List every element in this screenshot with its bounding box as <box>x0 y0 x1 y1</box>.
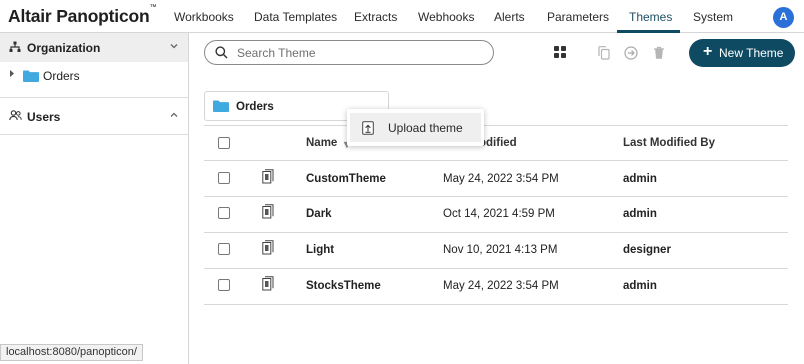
tab-data-templates[interactable]: Data Templates <box>254 10 337 24</box>
tab-workbooks[interactable]: Workbooks <box>174 10 234 24</box>
theme-modified-by: admin <box>623 173 657 185</box>
theme-modified-by: designer <box>623 244 671 256</box>
folder-icon <box>213 100 229 115</box>
current-folder-label: Orders <box>236 101 274 113</box>
sidebar-organization-header[interactable]: Organization <box>0 33 188 62</box>
caret-right-icon[interactable] <box>9 69 15 80</box>
column-header-last-modified-by[interactable]: Last Modified By <box>623 137 715 149</box>
row-checkbox[interactable] <box>218 172 230 184</box>
theme-modified: May 24, 2022 3:54 PM <box>443 280 559 292</box>
sidebar-users-header[interactable]: Users <box>0 97 188 135</box>
theme-name[interactable]: Light <box>306 244 334 256</box>
upload-theme-label: Upload theme <box>388 121 463 135</box>
active-tab-indicator <box>617 30 680 33</box>
table-divider <box>204 196 788 197</box>
users-icon <box>9 110 22 124</box>
column-header-name[interactable]: Name <box>306 137 337 149</box>
theme-file-icon <box>262 240 274 258</box>
theme-modified-by: admin <box>623 208 657 220</box>
plus-icon: + <box>703 43 713 60</box>
search-input[interactable]: Search Theme <box>204 40 494 65</box>
column-header-last-modified[interactable]: odified <box>479 137 517 149</box>
trash-icon[interactable] <box>653 46 665 63</box>
theme-modified-by: admin <box>623 280 657 292</box>
status-bar-url: localhost:8080/panopticon/ <box>0 344 143 361</box>
upload-menu: Upload theme <box>347 109 484 146</box>
tab-themes[interactable]: Themes <box>629 10 672 24</box>
copy-icon[interactable] <box>598 46 610 63</box>
sidebar-item-label: Orders <box>43 69 80 83</box>
app-logo[interactable]: Altair Panopticon™ <box>8 4 156 27</box>
sidebar-organization-label: Organization <box>27 41 101 55</box>
tab-alerts[interactable]: Alerts <box>494 10 525 24</box>
theme-modified: Oct 14, 2021 4:59 PM <box>443 208 555 220</box>
table-divider <box>204 125 788 126</box>
theme-file-icon <box>262 169 274 187</box>
new-theme-label: New Theme <box>719 46 784 60</box>
theme-modified: Nov 10, 2021 4:13 PM <box>443 244 558 256</box>
row-checkbox[interactable] <box>218 207 230 219</box>
chevron-up-icon[interactable] <box>169 109 179 123</box>
table-divider <box>204 268 788 269</box>
search-placeholder: Search Theme <box>237 46 316 60</box>
folder-icon <box>23 70 39 85</box>
theme-name[interactable]: CustomTheme <box>306 173 386 185</box>
new-theme-button[interactable]: + New Theme <box>689 39 795 67</box>
upload-icon <box>362 121 374 138</box>
theme-name[interactable]: Dark <box>306 208 332 220</box>
user-avatar[interactable]: A <box>773 7 794 28</box>
table-divider <box>204 304 788 305</box>
sidebar-users-label: Users <box>27 110 61 124</box>
tab-extracts[interactable]: Extracts <box>354 10 397 24</box>
table-divider <box>204 160 788 161</box>
theme-name[interactable]: StocksTheme <box>306 280 381 292</box>
table-divider <box>204 232 788 233</box>
top-nav-bar: Altair Panopticon™ Workbooks Data Templa… <box>0 0 804 33</box>
theme-modified: May 24, 2022 3:54 PM <box>443 173 559 185</box>
row-checkbox[interactable] <box>218 243 230 255</box>
sidebar-item-orders[interactable]: Orders <box>0 66 188 86</box>
tab-system[interactable]: System <box>693 10 733 24</box>
tab-parameters[interactable]: Parameters <box>547 10 609 24</box>
row-checkbox[interactable] <box>218 279 230 291</box>
sidebar: Organization Orders Users <box>0 33 189 364</box>
grid-view-icon[interactable] <box>554 46 566 61</box>
theme-file-icon <box>262 276 274 294</box>
select-all-checkbox[interactable] <box>218 137 230 149</box>
chevron-down-icon[interactable] <box>169 40 179 54</box>
tab-webhooks[interactable]: Webhooks <box>418 10 474 24</box>
upload-theme-menu-item[interactable]: Upload theme <box>350 113 481 142</box>
search-icon <box>215 46 228 62</box>
org-hierarchy-icon <box>9 41 21 56</box>
theme-file-icon <box>262 204 274 222</box>
move-icon[interactable] <box>624 46 638 63</box>
